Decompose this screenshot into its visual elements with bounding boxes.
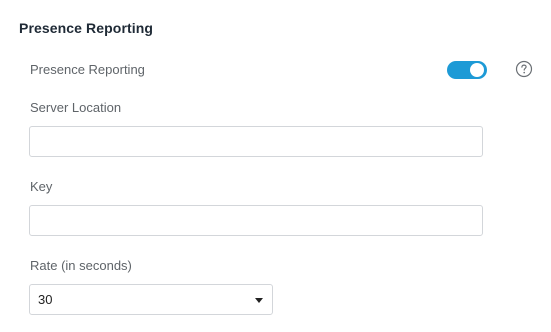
presence-reporting-toggle[interactable]: [447, 61, 487, 79]
section-title: Presence Reporting: [19, 20, 154, 36]
key-input[interactable]: [29, 205, 483, 236]
presence-reporting-label: Presence Reporting: [30, 62, 145, 77]
toggle-knob: [470, 63, 484, 77]
server-location-label: Server Location: [30, 100, 122, 115]
server-location-input[interactable]: [29, 126, 483, 157]
rate-select[interactable]: 30: [29, 284, 273, 315]
key-label: Key: [30, 179, 53, 194]
chevron-down-icon: [255, 298, 263, 303]
rate-selected-value: 30: [38, 292, 53, 307]
rate-label: Rate (in seconds): [30, 258, 132, 273]
question-circle-icon[interactable]: [515, 60, 533, 78]
